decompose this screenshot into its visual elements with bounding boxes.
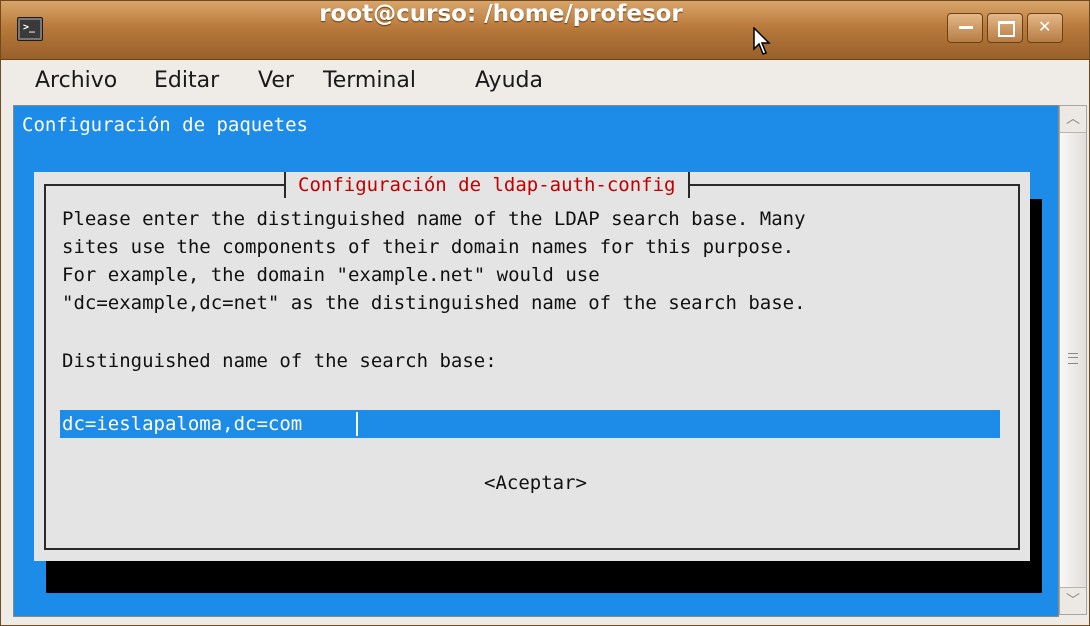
maximize-button[interactable] xyxy=(987,13,1023,43)
dialog-title: Configuración de ldap-auth-config xyxy=(298,174,676,196)
menu-ver[interactable]: Ver xyxy=(258,68,294,93)
window-title: root@curso: /home/profesor xyxy=(319,1,683,27)
dialog-text-line: Please enter the distinguished name of t… xyxy=(62,208,806,230)
vertical-scrollbar[interactable]: ︿ ﹀ xyxy=(1059,105,1087,615)
close-button[interactable]: ✕ xyxy=(1027,13,1063,43)
config-dialog: Configuración de ldap-auth-config Please… xyxy=(34,172,1030,561)
menu-terminal[interactable]: Terminal xyxy=(323,68,416,93)
mouse-pointer-icon xyxy=(753,27,771,55)
terminal-header: Configuración de paquetes xyxy=(22,114,308,136)
dialog-prompt: Distinguished name of the search base: xyxy=(62,350,497,372)
search-base-value: dc=ieslapaloma,dc=com xyxy=(62,413,303,435)
dialog-text-line: "dc=example,dc=net" as the distinguished… xyxy=(62,292,806,314)
scroll-up-icon[interactable]: ︿ xyxy=(1060,106,1086,132)
maximize-icon xyxy=(998,21,1015,37)
search-base-input[interactable]: dc=ieslapaloma,dc=com xyxy=(60,410,1000,438)
menu-editar[interactable]: Editar xyxy=(154,68,219,93)
terminal-window: >_ root@curso: /home/profesor ✕ Archivo … xyxy=(0,0,1090,626)
menu-archivo[interactable]: Archivo xyxy=(35,68,117,93)
terminal-area[interactable]: Configuración de paquetes Configuración … xyxy=(13,105,1059,617)
close-icon: ✕ xyxy=(1038,17,1052,36)
menu-ayuda[interactable]: Ayuda xyxy=(475,68,543,93)
dialog-text-line: For example, the domain "example.net" wo… xyxy=(62,264,600,286)
scroll-down-icon[interactable]: ﹀ xyxy=(1060,588,1086,614)
menu-bar: Archivo Editar Ver Terminal Ayuda xyxy=(1,60,1089,104)
text-cursor xyxy=(356,412,358,436)
dialog-title-box: Configuración de ldap-auth-config xyxy=(284,172,690,198)
minimize-button[interactable] xyxy=(947,13,983,43)
title-bar[interactable]: >_ root@curso: /home/profesor ✕ xyxy=(1,1,1089,60)
minimize-icon xyxy=(959,26,973,29)
aceptar-button[interactable]: <Aceptar> xyxy=(484,472,587,494)
dialog-text-line: sites use the components of their domain… xyxy=(62,236,795,258)
grip-icon xyxy=(1068,353,1078,364)
scrollbar-thumb[interactable] xyxy=(1060,132,1086,588)
